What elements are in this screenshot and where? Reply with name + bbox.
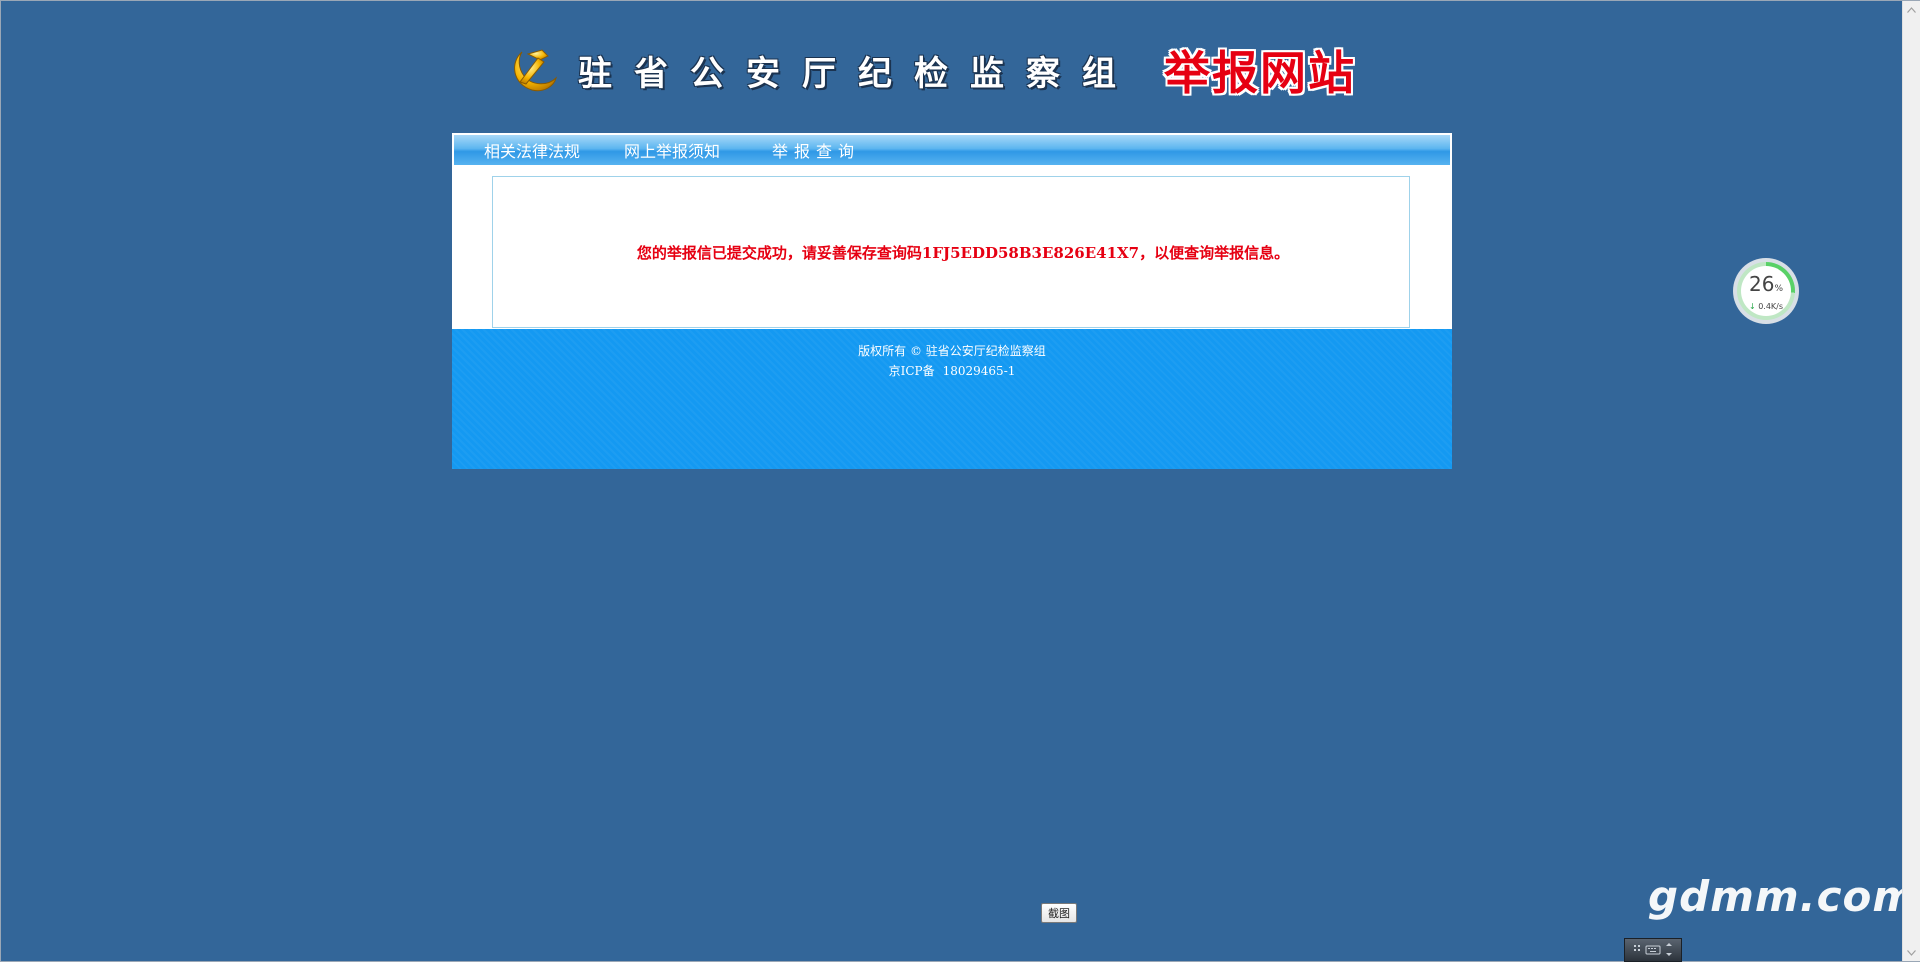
nav-item-report-query[interactable]: 举报查询: [772, 138, 860, 162]
icp-number: 18029465-1: [942, 364, 1016, 378]
nav-item-report-notice[interactable]: 网上举报须知: [624, 138, 720, 162]
speed-percent-value: 26: [1748, 272, 1775, 296]
download-arrow-icon: ↓: [1748, 302, 1756, 311]
vertical-scrollbar[interactable]: [1902, 1, 1920, 961]
scroll-down-arrow-icon[interactable]: [1903, 944, 1920, 961]
speed-rate-value: 0.4K/s: [1758, 302, 1784, 311]
party-emblem-icon: [514, 49, 557, 92]
nav-bar: 相关法律法规 网上举报须知 举报查询: [452, 133, 1452, 166]
icp-line: 京ICP备 18029465-1: [452, 361, 1452, 381]
watermark: gdmm.com: [1648, 872, 1918, 921]
content-area: 您的举报信已提交成功，请妥善保存查询码1FJ5EDD58B3E826E41X7，…: [452, 166, 1452, 329]
icp-label: 京ICP备: [888, 364, 935, 378]
copyright-text: 版权所有 © 驻省公安厅纪检监察组: [858, 344, 1046, 358]
speed-ring: 26% ↓ 0.4K/s: [1737, 262, 1795, 320]
keyboard-tray[interactable]: [1624, 938, 1682, 962]
site-header: 驻省公安厅纪检监察组 举报网站: [508, 36, 1398, 104]
org-title: 驻省公安厅纪检监察组: [578, 53, 1138, 94]
network-speed-widget[interactable]: 26% ↓ 0.4K/s: [1733, 258, 1799, 324]
site-footer: 版权所有 © 驻省公安厅纪检监察组 京ICP备 18029465-1: [452, 329, 1452, 469]
speed-percent-unit: %: [1774, 284, 1783, 294]
success-message: 您的举报信已提交成功，请妥善保存查询码1FJ5EDD58B3E826E41X7，…: [636, 243, 1290, 262]
speed-rate: ↓ 0.4K/s: [1741, 302, 1791, 312]
main-container: 相关法律法规 网上举报须知 举报查询 您的举报信已提交成功，请妥善保存查询码1F…: [452, 133, 1452, 469]
site-title: 举报网站: [1164, 46, 1356, 100]
scroll-up-arrow-icon[interactable]: [1903, 1, 1920, 18]
nav-item-laws[interactable]: 相关法律法规: [484, 138, 580, 162]
keyboard-icon: [1634, 943, 1672, 956]
speed-inner: 26% ↓ 0.4K/s: [1741, 266, 1791, 316]
screenshot-button[interactable]: 截图: [1041, 903, 1077, 923]
message-box: 您的举报信已提交成功，请妥善保存查询码1FJ5EDD58B3E826E41X7，…: [492, 176, 1410, 328]
speed-percent: 26%: [1741, 271, 1791, 302]
